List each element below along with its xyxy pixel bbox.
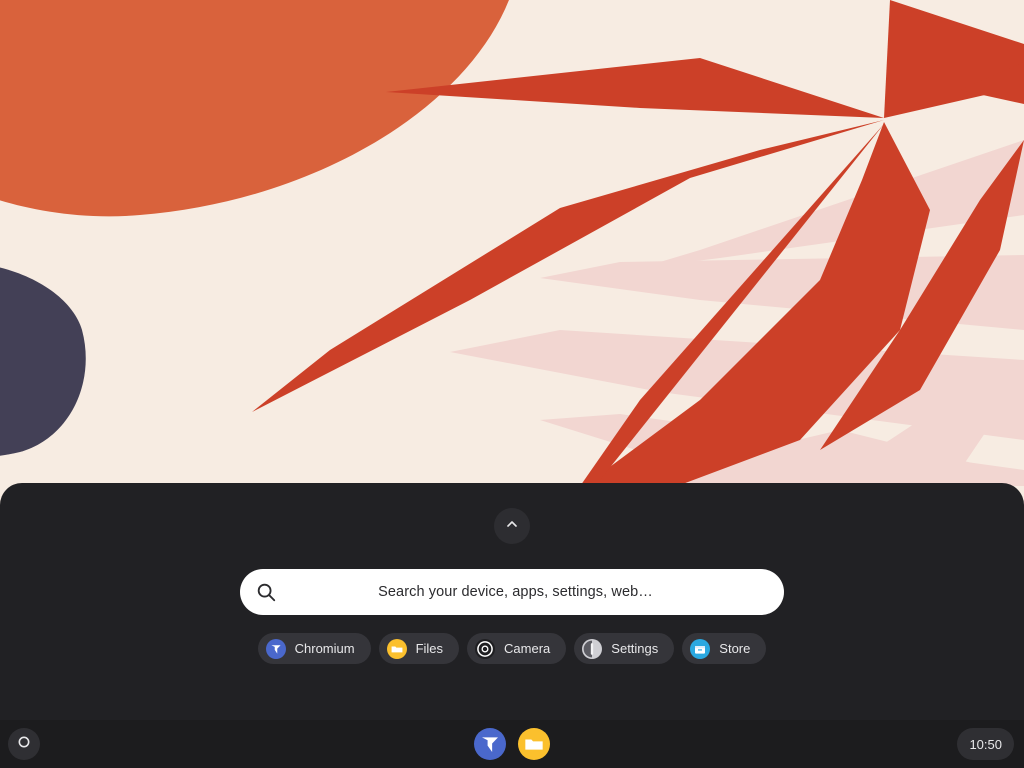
search-icon	[255, 581, 277, 603]
shelf-clock[interactable]: 10:50	[957, 728, 1014, 760]
settings-icon	[582, 638, 603, 659]
app-chip-label: Settings	[611, 641, 659, 656]
shelf-app-files[interactable]	[518, 728, 550, 760]
app-chip-label: Chromium	[294, 641, 355, 656]
chromium-icon	[265, 638, 286, 659]
camera-icon	[475, 638, 496, 659]
app-chip-chromium[interactable]: Chromium	[257, 633, 371, 664]
search-input-placeholder[interactable]: Search your device, apps, settings, web…	[277, 584, 784, 600]
app-chip-store[interactable]: Store	[682, 633, 767, 664]
search-box[interactable]: Search your device, apps, settings, web…	[240, 569, 784, 615]
chevron-up-icon	[504, 516, 520, 537]
app-chip-label: Files	[415, 641, 444, 656]
collapse-launcher-button[interactable]	[494, 508, 530, 544]
app-chip-label: Store	[719, 641, 751, 656]
shelf-pinned-apps	[0, 720, 1024, 768]
store-bag-icon	[690, 638, 711, 659]
desktop-screen: Search your device, apps, settings, web……	[0, 0, 1024, 768]
app-chip-camera[interactable]: Camera	[467, 633, 567, 664]
app-chip-row: Chromium Files Camera Settings Store	[0, 633, 1024, 664]
clock-time: 10:50	[969, 736, 1002, 752]
shelf-app-chromium[interactable]	[474, 728, 506, 760]
app-chip-settings[interactable]: Settings	[574, 633, 675, 664]
app-chip-label: Camera	[504, 641, 551, 656]
app-chip-files[interactable]: Files	[378, 633, 460, 664]
shelf: 10:50	[0, 720, 1024, 768]
files-folder-icon	[386, 638, 407, 659]
